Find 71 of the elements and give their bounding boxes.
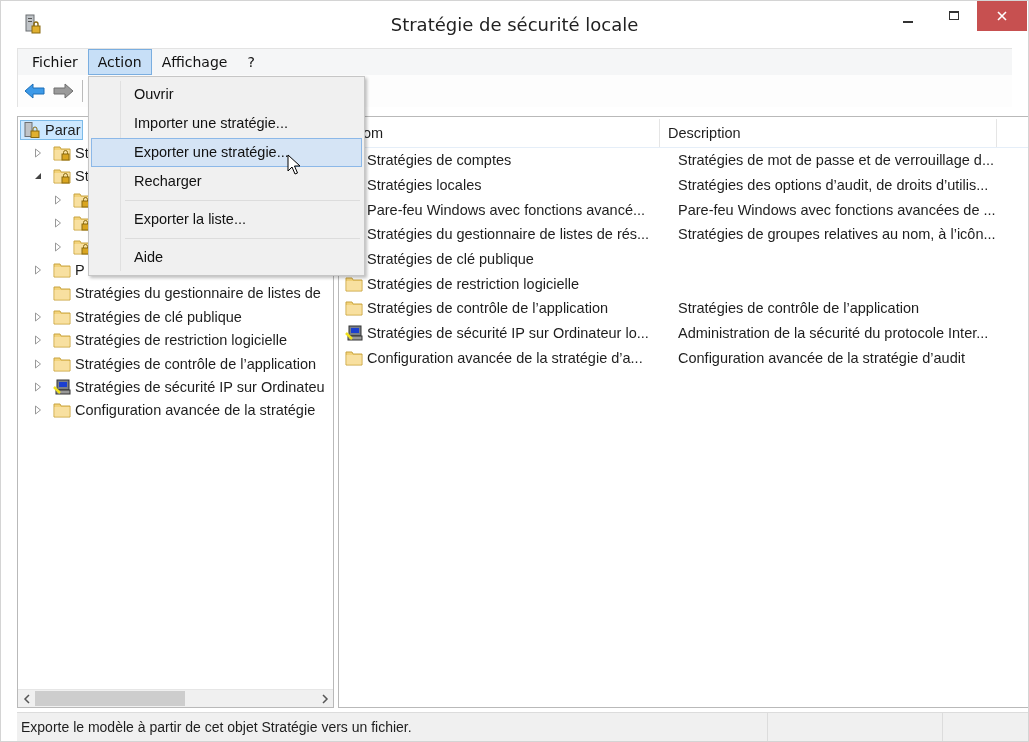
list-item[interactable]: Stratégies de comptes xyxy=(367,152,512,169)
computer-key-icon xyxy=(345,325,363,342)
collapsed-icon[interactable] xyxy=(32,358,44,369)
tree-item[interactable]: Stratégies de contrôle de l’application xyxy=(50,353,319,374)
back-button[interactable] xyxy=(22,80,48,102)
tree-item[interactable]: Configuration avancée de la stratégie xyxy=(50,400,319,421)
tree-item[interactable]: P xyxy=(50,260,88,281)
tree-item[interactable]: St xyxy=(50,143,92,164)
menu-option[interactable]: Recharger xyxy=(91,167,362,196)
folder-icon xyxy=(53,308,71,325)
menu-option[interactable]: Exporter la liste... xyxy=(91,205,362,234)
table-cell: Pare-feu Windows avec fonctions avancées de ... xyxy=(678,201,996,218)
minimize-icon xyxy=(903,21,913,23)
column-header[interactable]: Description xyxy=(660,119,997,147)
list-item[interactable]: Stratégies du gestionnaire de listes de rés... xyxy=(367,226,650,243)
table-cell: Stratégies de mot de passe et de verrouillage d... xyxy=(678,152,994,169)
computer-key-icon xyxy=(53,379,71,395)
window-title: Stratégie de sécurité locale xyxy=(390,14,639,35)
table-cell: Configuration avancée de la stratégie d’audit xyxy=(678,349,965,366)
folder-icon xyxy=(53,285,71,302)
security-policy-icon xyxy=(23,121,41,138)
forward-button[interactable] xyxy=(50,80,76,102)
tree-item[interactable]: Stratégies de sécurité IP sur Ordinateu xyxy=(50,377,328,397)
folder-icon xyxy=(53,355,71,372)
table-cell: Administration de la sécurité du protocole Inter... xyxy=(678,325,989,342)
tree-item[interactable]: St xyxy=(50,166,92,187)
menu-item[interactable]: Action xyxy=(87,49,152,75)
menu-option[interactable]: Aide xyxy=(91,243,362,272)
table-cell: Stratégies de groupes relatives au nom, à l’icôn... xyxy=(678,226,996,243)
tree-item[interactable]: Parar xyxy=(20,119,84,140)
collapsed-icon[interactable] xyxy=(32,265,44,276)
tree-item[interactable]: Stratégies de restriction logicielle xyxy=(50,330,290,351)
table-cell: Stratégies des options d’audit, de droits d’utilis... xyxy=(678,177,989,194)
app-icon xyxy=(25,13,41,34)
folder-icon xyxy=(53,402,71,419)
scrollbar-thumb[interactable] xyxy=(35,691,185,706)
horizontal-scrollbar[interactable] xyxy=(18,689,333,707)
tree-item[interactable]: Stratégies de clé publique xyxy=(50,306,245,327)
close-icon xyxy=(996,10,1008,22)
menu-item[interactable]: ? xyxy=(237,49,265,75)
folder-icon xyxy=(345,275,363,292)
tree-item[interactable]: Stratégies du gestionnaire de listes de xyxy=(50,283,324,304)
list-item[interactable]: Stratégies de sécurité IP sur Ordinateur lo... xyxy=(367,325,649,342)
folder-icon xyxy=(345,349,363,366)
collapsed-icon[interactable] xyxy=(32,405,44,416)
collapsed-icon[interactable] xyxy=(52,241,64,252)
menu-item[interactable]: Fichier xyxy=(22,49,88,75)
collapsed-icon[interactable] xyxy=(32,148,44,159)
collapsed-icon[interactable] xyxy=(32,311,44,322)
list-item[interactable]: Stratégies de clé publique xyxy=(367,251,534,268)
list-item[interactable]: Pare-feu Windows avec fonctions avancé... xyxy=(367,201,646,218)
list-item[interactable]: Stratégies locales xyxy=(367,177,482,194)
menu-option[interactable]: Ouvrir xyxy=(91,80,362,109)
folder-icon xyxy=(345,300,363,317)
menu-item[interactable]: Affichage xyxy=(151,49,238,75)
table-cell: Stratégies de contrôle de l’application xyxy=(678,300,919,317)
list-item[interactable]: Stratégies de contrôle de l’application xyxy=(367,300,608,317)
locked-folder-icon xyxy=(53,168,71,185)
status-text: Exporte le modèle à partir de cet objet Stratégie vers un fichier. xyxy=(20,719,413,735)
maximize-icon xyxy=(948,10,960,22)
folder-icon xyxy=(53,262,71,279)
collapsed-icon[interactable] xyxy=(32,335,44,346)
list-item[interactable]: Stratégies de restriction logicielle xyxy=(367,275,579,292)
collapsed-icon[interactable] xyxy=(32,382,44,392)
collapsed-icon[interactable] xyxy=(52,218,64,229)
folder-icon xyxy=(53,332,71,349)
locked-folder-icon xyxy=(53,145,71,162)
list-item[interactable]: Configuration avancée de la stratégie d’a... xyxy=(367,349,643,366)
menu-option[interactable]: Exporter une stratégie... xyxy=(91,138,362,167)
collapsed-icon[interactable] xyxy=(52,194,64,205)
mouse-pointer-icon xyxy=(287,154,301,176)
